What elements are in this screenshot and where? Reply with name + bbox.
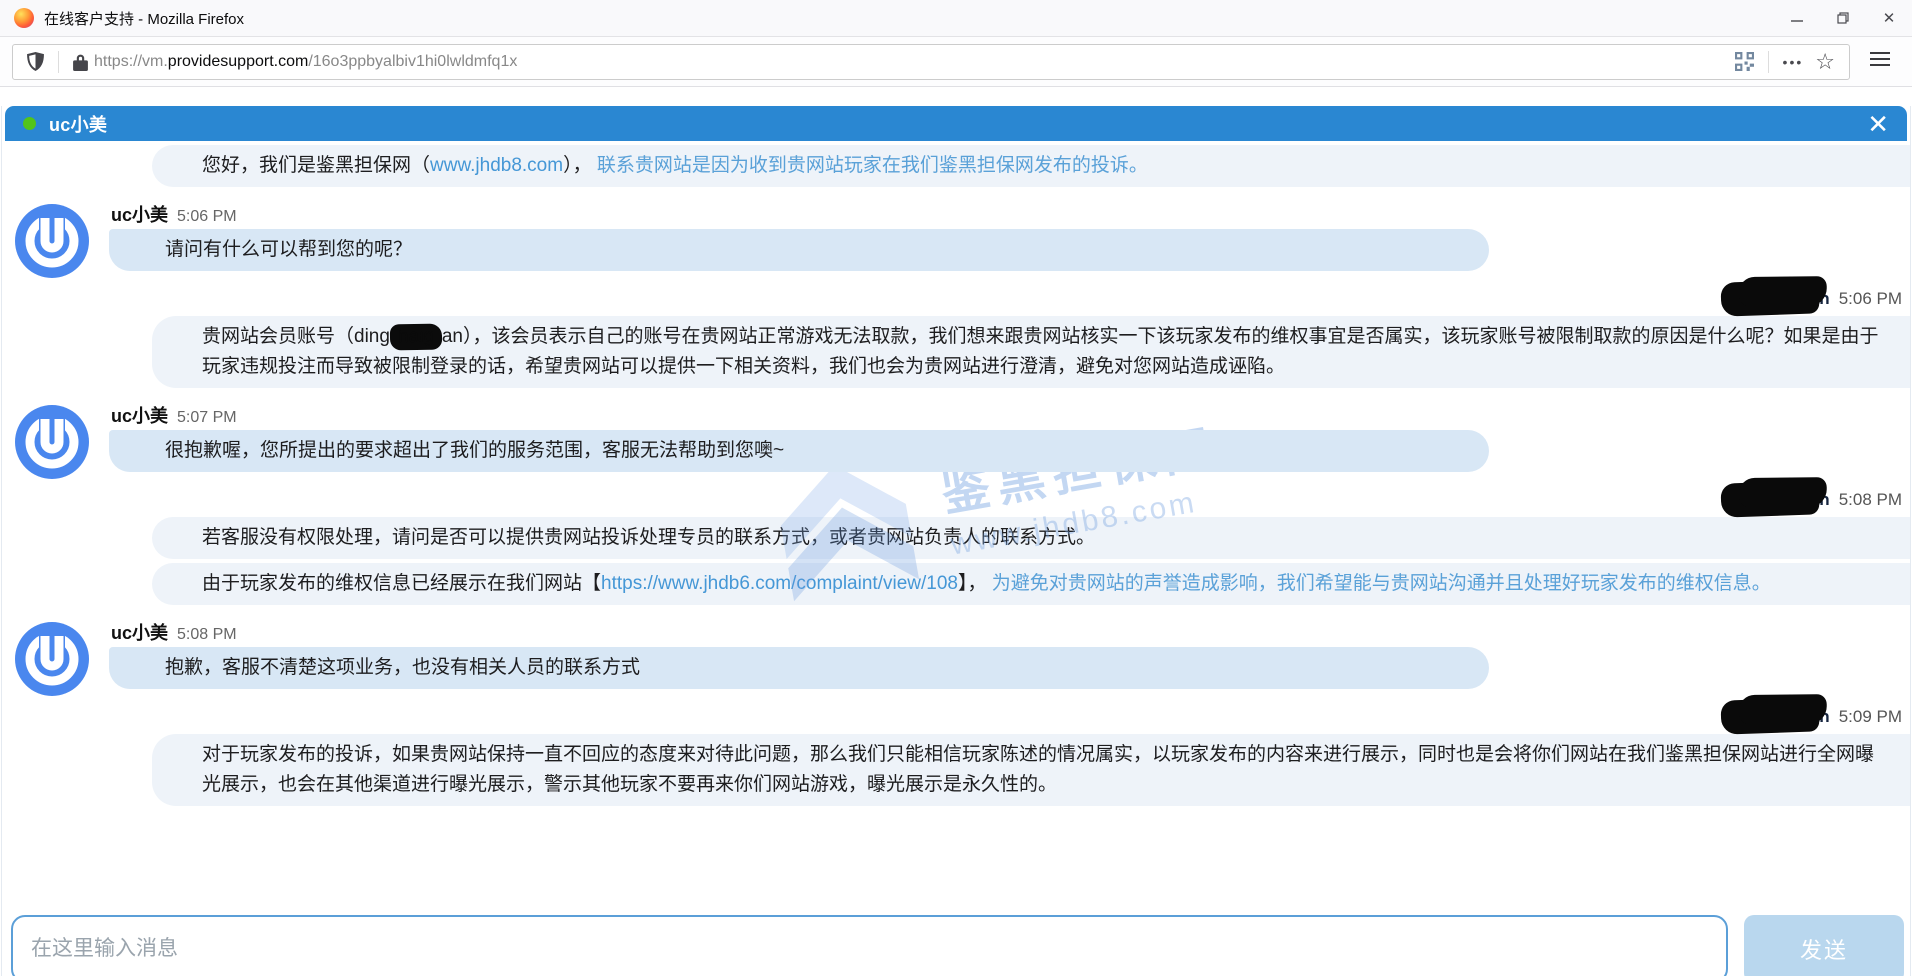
message-text: 为避免对贵网站的声誉造成影响，我们希望能与贵网站沟通并且处理好玩家发布的维权信息… bbox=[986, 573, 1770, 594]
chat-panel: uc小美 ✕ 鉴黑担保网 www.jhdb8.com 您好，我们是鉴黑担保网（w… bbox=[1, 106, 1911, 976]
chat-header: uc小美 ✕ bbox=[5, 106, 1907, 141]
page-actions-icon[interactable]: ••• bbox=[1777, 54, 1810, 70]
message-text: 贵网站会员账号（ding bbox=[202, 326, 390, 347]
agent-name: uc小美 bbox=[111, 402, 168, 428]
redaction-scribble bbox=[1720, 480, 1819, 517]
agent-name: uc小美 bbox=[111, 201, 168, 227]
redaction-scribble bbox=[1720, 279, 1819, 316]
message-link[interactable]: www.jhdb8.com bbox=[430, 155, 563, 176]
agent-message-group: uc小美 5:07 PM 很抱歉喔，您所提出的要求超出了我们的服务范围，客服无法帮助… bbox=[109, 402, 1910, 472]
visitor-message-bubble: 贵网站会员账号（dinghaigan），该会员表示自己的账号在贵网站正常游戏无法… bbox=[152, 316, 1910, 388]
message-composer: 发送 bbox=[2, 915, 1910, 976]
chat-transcript: 鉴黑担保网 www.jhdb8.com 您好，我们是鉴黑担保网（www.jhdb… bbox=[2, 141, 1910, 859]
agent-avatar-u-logo-icon bbox=[14, 404, 90, 480]
agent-message-bubble: 请问有什么可以帮到您的呢？ bbox=[109, 229, 1489, 271]
bookmark-star-icon[interactable]: ☆ bbox=[1809, 51, 1841, 73]
visitor-message-bubble: 由于玩家发布的维权信息已经展示在我们网站【https://www.jhdb6.c… bbox=[152, 563, 1910, 605]
visitor-name-redacted: dinghaigan bbox=[1737, 707, 1832, 727]
menu-icon[interactable] bbox=[1860, 51, 1900, 72]
message-time: 5:08 PM bbox=[1839, 490, 1902, 510]
message-time: 5:08 PM bbox=[177, 626, 237, 644]
url-bar[interactable]: https://vm.providesupport.com/16o3ppbyal… bbox=[12, 44, 1850, 80]
window-title: 在线客户支持 - Mozilla Firefox bbox=[44, 8, 1774, 29]
message-input[interactable] bbox=[11, 915, 1728, 976]
url-path: /16o3ppbyalbiv1hi0lwldmfq1x bbox=[308, 53, 517, 70]
agent-message-group: uc小美 5:06 PM 请问有什么可以帮到您的呢？ bbox=[109, 201, 1910, 271]
firefox-icon bbox=[14, 8, 34, 28]
message-time: 5:06 PM bbox=[177, 208, 237, 226]
visitor-meta-row: dinghaigan 5:08 PM bbox=[2, 487, 1902, 513]
lock-icon[interactable] bbox=[67, 53, 94, 71]
url-prefix: https://vm. bbox=[94, 53, 168, 70]
message-text: 若客服没有权限处理，请问是否可以提供贵网站投诉处理专员的联系方式，或者贵网站负责… bbox=[202, 527, 1095, 548]
redacted-text: haig bbox=[390, 324, 442, 351]
send-button[interactable]: 发送 bbox=[1744, 915, 1904, 976]
visitor-meta-row: dinghaigan 5:09 PM bbox=[2, 704, 1902, 730]
agent-name: uc小美 bbox=[111, 619, 168, 645]
agent-message-group: uc小美 5:08 PM 抱歉，客服不清楚这项业务，也没有相关人员的联系方式 bbox=[109, 619, 1910, 689]
visitor-name-redacted: dinghaigan bbox=[1737, 289, 1832, 309]
url-text: https://vm.providesupport.com/16o3ppbyal… bbox=[94, 53, 1729, 71]
message-text: an），该会员表示自己的账号在贵网站正常游戏无法取款，我们想来跟贵网站核实一下该… bbox=[202, 326, 1879, 377]
message-time: 5:06 PM bbox=[1839, 289, 1902, 309]
message-text: 】， bbox=[958, 573, 987, 594]
qr-code-icon[interactable] bbox=[1729, 52, 1760, 71]
close-window-button[interactable]: ✕ bbox=[1866, 0, 1912, 36]
window-titlebar: 在线客户支持 - Mozilla Firefox ✕ bbox=[0, 0, 1912, 37]
message-text: 对于玩家发布的投诉，如果贵网站保持一直不回应的态度来对待此问题，那么我们只能相信… bbox=[202, 744, 1874, 795]
visitor-message-bubble: 您好，我们是鉴黑担保网（www.jhdb8.com）， 联系贵网站是因为收到贵网… bbox=[152, 145, 1910, 187]
restore-button[interactable] bbox=[1820, 0, 1866, 36]
url-domain: providesupport.com bbox=[168, 53, 309, 70]
agent-avatar-u-logo-icon bbox=[14, 203, 90, 279]
visitor-name-redacted: dinghaigan bbox=[1737, 490, 1832, 510]
message-text: ）， bbox=[563, 155, 592, 176]
message-time: 5:09 PM bbox=[1839, 707, 1902, 727]
shield-icon[interactable] bbox=[21, 52, 50, 71]
message-text: 由于玩家发布的维权信息已经展示在我们网站【 bbox=[202, 573, 601, 594]
message-text: 联系贵网站是因为收到贵网站玩家在我们鉴黑担保网发布的投诉。 bbox=[592, 155, 1148, 176]
message-time: 5:07 PM bbox=[177, 409, 237, 427]
visitor-meta-row: dinghaigan 5:06 PM bbox=[2, 286, 1902, 312]
message-text: 您好，我们是鉴黑担保网（ bbox=[202, 155, 430, 176]
redaction-scribble bbox=[1720, 697, 1819, 734]
chat-agent-name: uc小美 bbox=[49, 111, 107, 137]
online-status-icon bbox=[23, 117, 36, 130]
visitor-message-bubble: 对于玩家发布的投诉，如果贵网站保持一直不回应的态度来对待此问题，那么我们只能相信… bbox=[152, 734, 1910, 806]
navigation-bar: https://vm.providesupport.com/16o3ppbyal… bbox=[0, 37, 1912, 87]
agent-message-bubble: 很抱歉喔，您所提出的要求超出了我们的服务范围，客服无法帮助到您噢~ bbox=[109, 430, 1489, 472]
minimize-button[interactable] bbox=[1774, 0, 1820, 36]
agent-avatar-u-logo-icon bbox=[14, 621, 90, 697]
agent-message-bubble: 抱歉，客服不清楚这项业务，也没有相关人员的联系方式 bbox=[109, 647, 1489, 689]
visitor-message-bubble: 若客服没有权限处理，请问是否可以提供贵网站投诉处理专员的联系方式，或者贵网站负责… bbox=[152, 517, 1910, 559]
chat-close-icon[interactable]: ✕ bbox=[1867, 111, 1889, 137]
message-link[interactable]: https://www.jhdb6.com/complaint/view/108 bbox=[601, 573, 958, 594]
